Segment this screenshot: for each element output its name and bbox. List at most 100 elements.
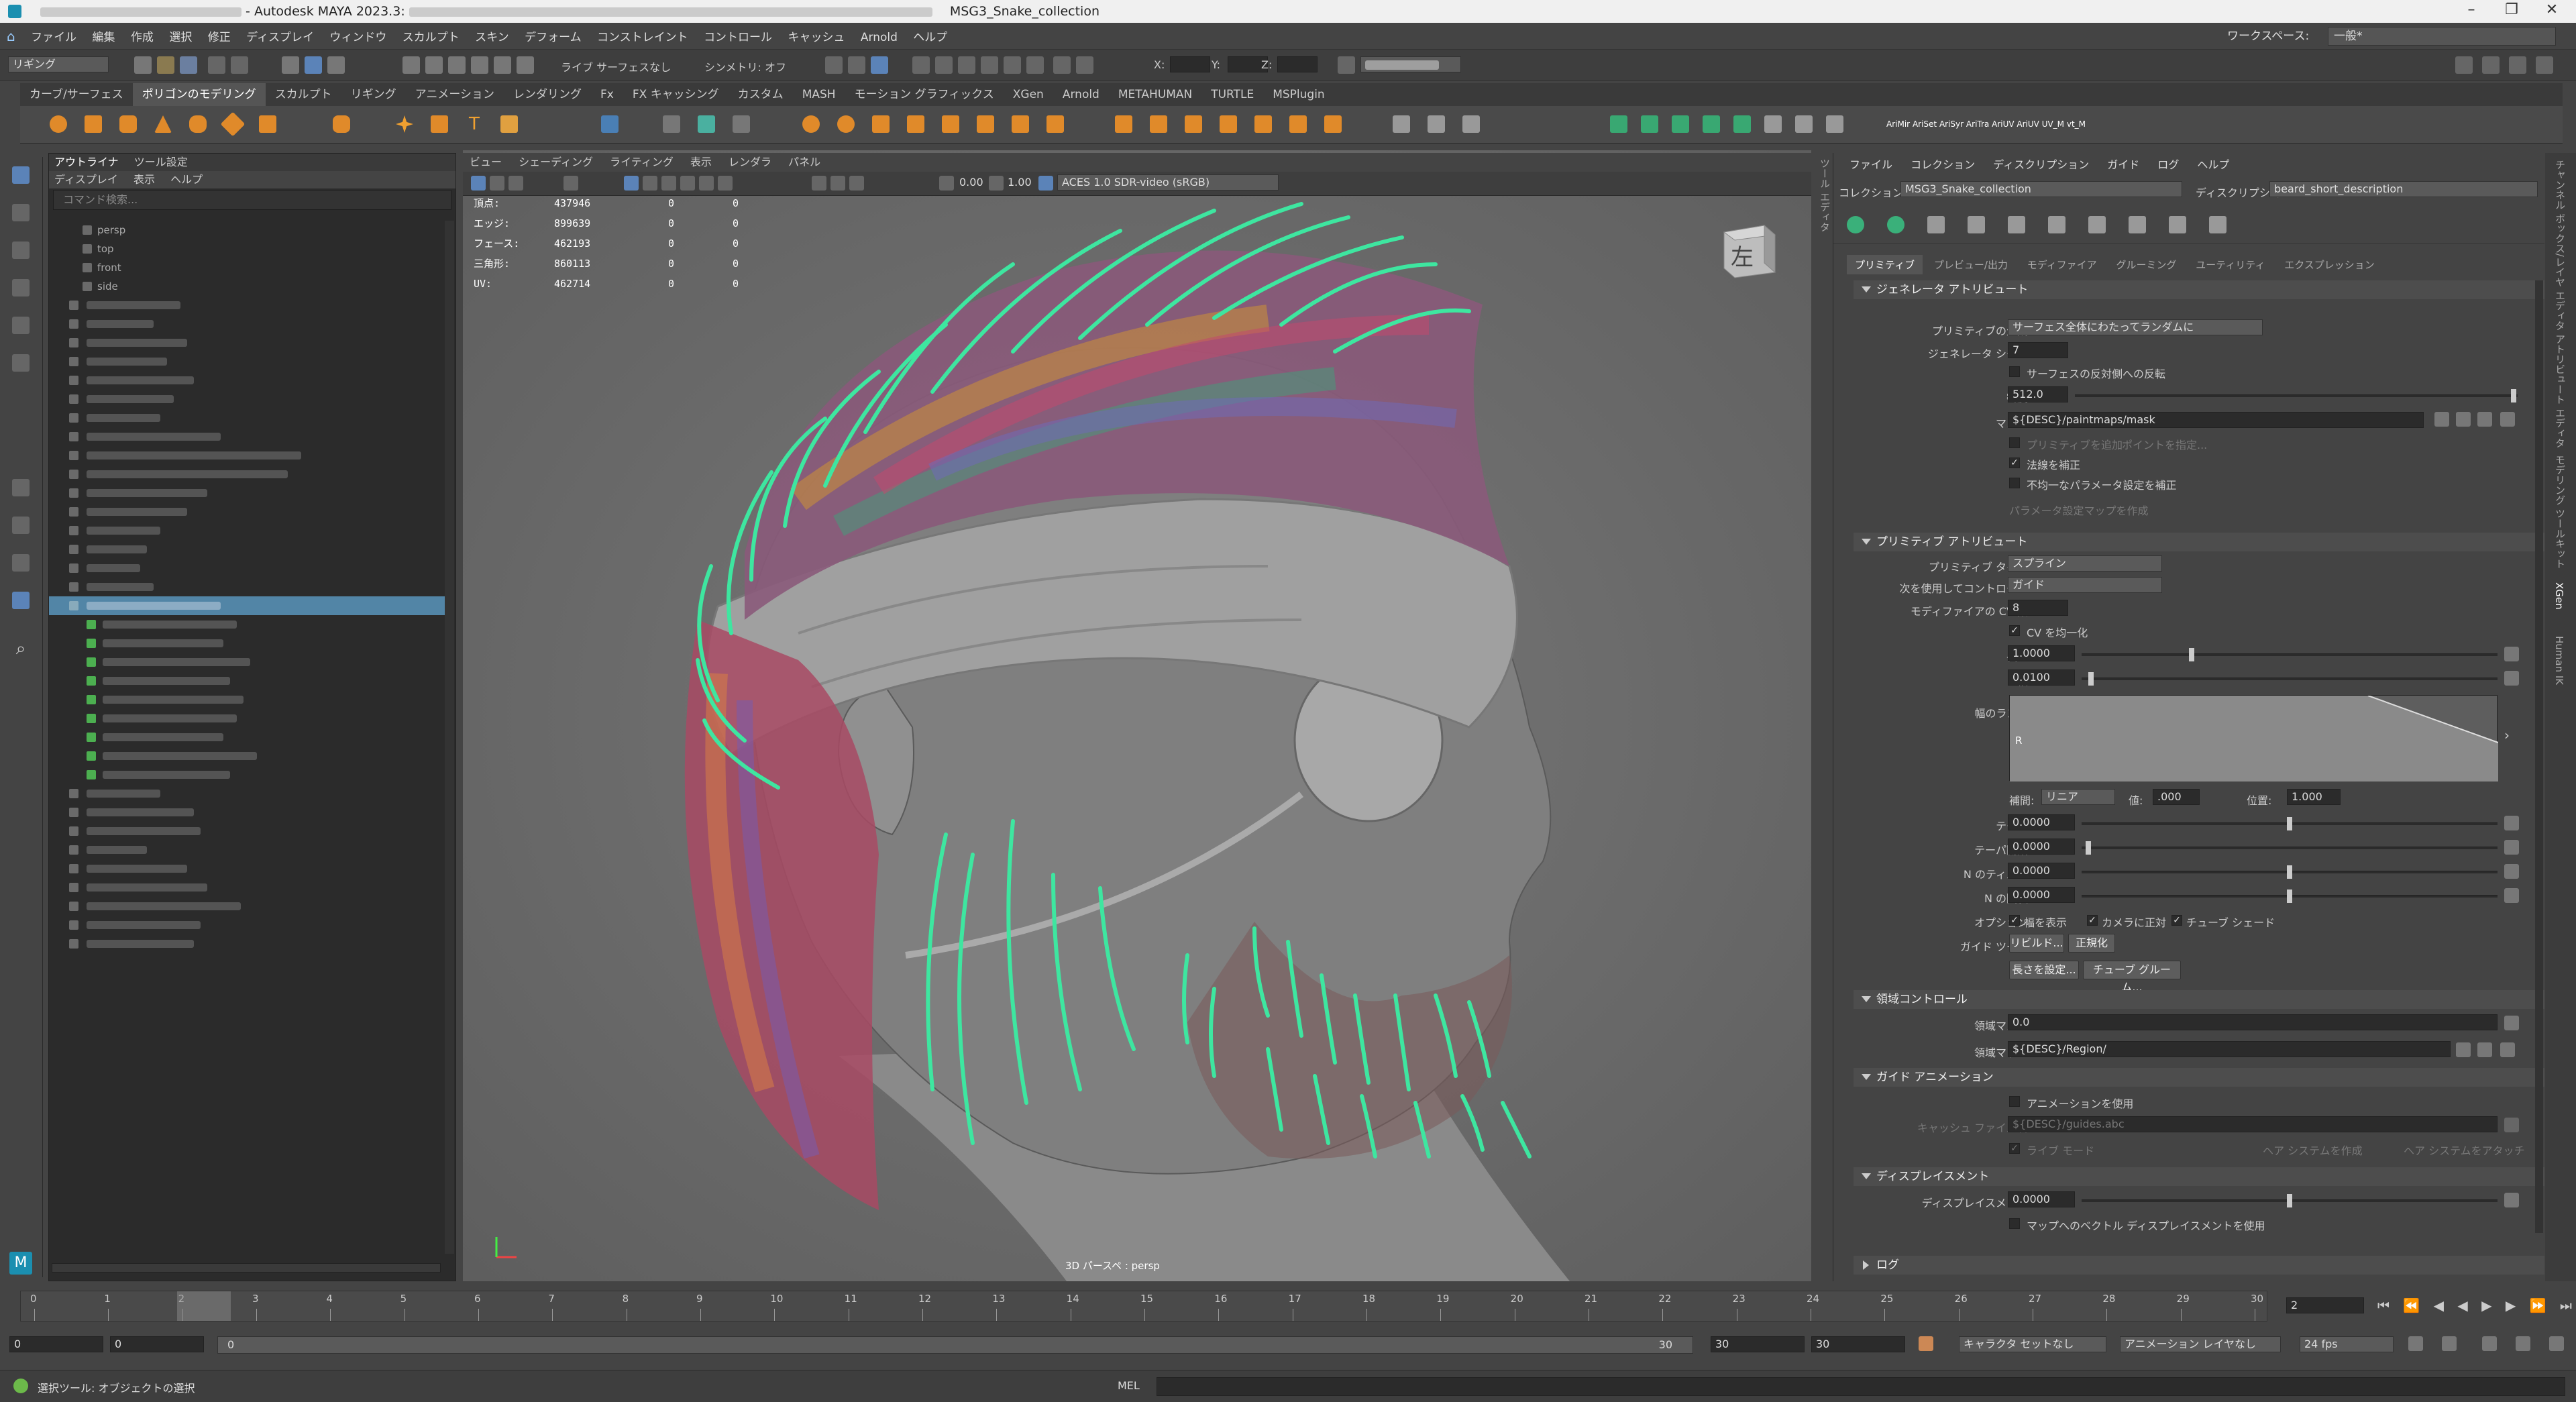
- go-end-icon[interactable]: ⏭: [2560, 1297, 2572, 1313]
- exposure-icon[interactable]: [939, 176, 954, 191]
- outliner-menu-help[interactable]: ヘルプ: [170, 173, 203, 186]
- go-start-icon[interactable]: ⏮: [2377, 1297, 2390, 1313]
- arnold-set-label[interactable]: AriSet: [1913, 119, 1937, 129]
- density-field[interactable]: 512.0: [2008, 386, 2068, 402]
- combine-icon[interactable]: [663, 115, 680, 133]
- mirror-icon[interactable]: [1289, 115, 1307, 133]
- menu-help[interactable]: ヘルプ: [913, 24, 947, 51]
- boolean-diff-icon[interactable]: [837, 115, 855, 133]
- arnold-uv-label[interactable]: AriUV: [1992, 119, 2014, 129]
- outliner-row-blurred[interactable]: [49, 409, 446, 427]
- relax-brush-icon[interactable]: [1428, 115, 1445, 133]
- side-tab-human-ik[interactable]: Human IK: [2553, 636, 2565, 685]
- ramp-value-field[interactable]: .000: [2153, 789, 2200, 805]
- playblast-icon[interactable]: [1026, 56, 1044, 74]
- xray-joints-icon[interactable]: [849, 176, 864, 191]
- outliner-row-blurred[interactable]: [49, 784, 446, 803]
- xgen-cut-icon[interactable]: [1826, 115, 1843, 133]
- folder-icon[interactable]: [2477, 412, 2492, 427]
- tab-primitives[interactable]: プリミティブ: [1847, 255, 1923, 274]
- region-map-field[interactable]: ${DESC}/Region/: [2008, 1041, 2451, 1057]
- search-icon[interactable]: ⌕: [12, 640, 30, 657]
- append-icon[interactable]: [1220, 115, 1237, 133]
- gamma-value[interactable]: 1.00: [1008, 176, 1032, 188]
- arnold-mir-label[interactable]: AriMir: [1886, 119, 1910, 129]
- outliner-row-blurred[interactable]: [49, 446, 446, 465]
- account-dropdown[interactable]: [1360, 56, 1461, 72]
- user-icon[interactable]: [1338, 56, 1355, 74]
- arnold-tra-label[interactable]: AriTra: [1966, 119, 1989, 129]
- render-view-icon[interactable]: [1004, 56, 1021, 74]
- bevel-icon[interactable]: [942, 115, 959, 133]
- ao-icon[interactable]: [718, 176, 733, 191]
- uv-editor-icon[interactable]: [601, 115, 619, 133]
- render-frame-icon[interactable]: [912, 56, 930, 74]
- xgen-guide-spread-icon[interactable]: [2209, 216, 2226, 233]
- poly-sphere-icon[interactable]: [50, 115, 67, 133]
- open-scene-icon[interactable]: [157, 56, 174, 74]
- poly-platonic-icon[interactable]: [333, 115, 350, 133]
- poly-cone-icon[interactable]: [154, 115, 172, 133]
- section-generator-attributes[interactable]: ジェネレータ アトリビュート: [1854, 280, 2544, 299]
- snap-point-icon[interactable]: [448, 56, 466, 74]
- four-view-icon[interactable]: [12, 517, 30, 534]
- side-tab-attribute-editor[interactable]: アトリビュート エディタ: [2553, 334, 2567, 448]
- select-tool-icon[interactable]: [12, 166, 30, 184]
- history-icon[interactable]: [825, 56, 843, 74]
- bookmark-icon[interactable]: [508, 176, 523, 191]
- outliner-row-blurred[interactable]: [49, 502, 446, 521]
- smooth-shade-icon[interactable]: [643, 176, 657, 191]
- xgen-create-icon[interactable]: [1610, 115, 1627, 133]
- flip-checkbox[interactable]: [2009, 366, 2020, 377]
- start-time-field[interactable]: 0: [9, 1336, 103, 1352]
- cv-count-field[interactable]: 8: [2008, 600, 2068, 616]
- wireframe-icon[interactable]: [624, 176, 639, 191]
- xgen-guide-cut-icon[interactable]: [2169, 216, 2186, 233]
- section-guide-animation[interactable]: ガイド アニメーション: [1854, 1068, 2544, 1087]
- home-icon[interactable]: ⌂: [7, 23, 15, 50]
- menu-deform[interactable]: デフォーム: [525, 24, 582, 51]
- hypershade-icon[interactable]: [981, 56, 998, 74]
- length-map-icon[interactable]: [2504, 647, 2519, 661]
- outliner-row-blurred[interactable]: [49, 521, 446, 540]
- menu-window[interactable]: ウィンドウ: [329, 24, 386, 51]
- view-cube[interactable]: 左: [1717, 219, 1782, 279]
- close-button[interactable]: ✕: [2532, 1, 2572, 21]
- ntilt-field[interactable]: 0.0000: [2008, 863, 2075, 879]
- shelf-tab-xgen[interactable]: XGen: [1004, 83, 1053, 106]
- shelf-tab-animation[interactable]: アニメーション: [406, 83, 504, 106]
- menu-arnold[interactable]: Arnold: [861, 24, 898, 51]
- shelf-tab-rigging[interactable]: リギング: [341, 83, 406, 106]
- xgen-groom-icon[interactable]: [1703, 115, 1720, 133]
- outliner-row-blurred[interactable]: [49, 878, 446, 897]
- channel-box-toggle-icon[interactable]: [2536, 56, 2553, 74]
- modeling-toolkit-icon[interactable]: [2509, 56, 2526, 74]
- outliner-row-blurred[interactable]: [49, 653, 446, 671]
- pause-icon[interactable]: [1053, 56, 1071, 74]
- section-primitive-attributes[interactable]: プリミティブ アトリビュート: [1854, 533, 2544, 551]
- outliner-row-blurred[interactable]: [49, 859, 446, 878]
- outliner-row-blurred[interactable]: [49, 934, 446, 953]
- shelf-tab-poly-modeling[interactable]: ポリゴンのモデリング: [132, 83, 266, 106]
- undo-icon[interactable]: [208, 56, 225, 74]
- outliner-row-blurred[interactable]: [49, 465, 446, 484]
- mask-field[interactable]: ${DESC}/paintmaps/mask: [2008, 412, 2424, 428]
- outliner-row-blurred[interactable]: [49, 484, 446, 502]
- outliner-row-front[interactable]: front: [49, 258, 446, 277]
- outliner-menu-display[interactable]: ディスプレイ: [54, 173, 118, 186]
- add-prims-checkbox[interactable]: [2009, 437, 2020, 448]
- type-tool-icon[interactable]: T: [466, 115, 483, 133]
- length-slider[interactable]: [2082, 648, 2498, 661]
- taper-start-slider[interactable]: [2082, 841, 2498, 855]
- gen-mode-dropdown[interactable]: サーフェス全体にわたってランダムに: [2008, 319, 2263, 335]
- offset-loop-icon[interactable]: [1185, 115, 1202, 133]
- colorspace-dropdown[interactable]: ACES 1.0 SDR-video (sRGB): [1057, 174, 1279, 191]
- outliner-row-blurred[interactable]: [49, 728, 446, 747]
- interp-dropdown[interactable]: リニア: [2041, 789, 2115, 805]
- width-slider[interactable]: [2082, 672, 2498, 686]
- menu-edit[interactable]: 編集: [93, 24, 115, 51]
- taper-map-icon[interactable]: [2504, 816, 2519, 830]
- outliner-row-selected[interactable]: [49, 596, 446, 615]
- side-tab-xgen[interactable]: XGen: [2553, 582, 2565, 610]
- hypergraph-icon[interactable]: [1076, 56, 1093, 74]
